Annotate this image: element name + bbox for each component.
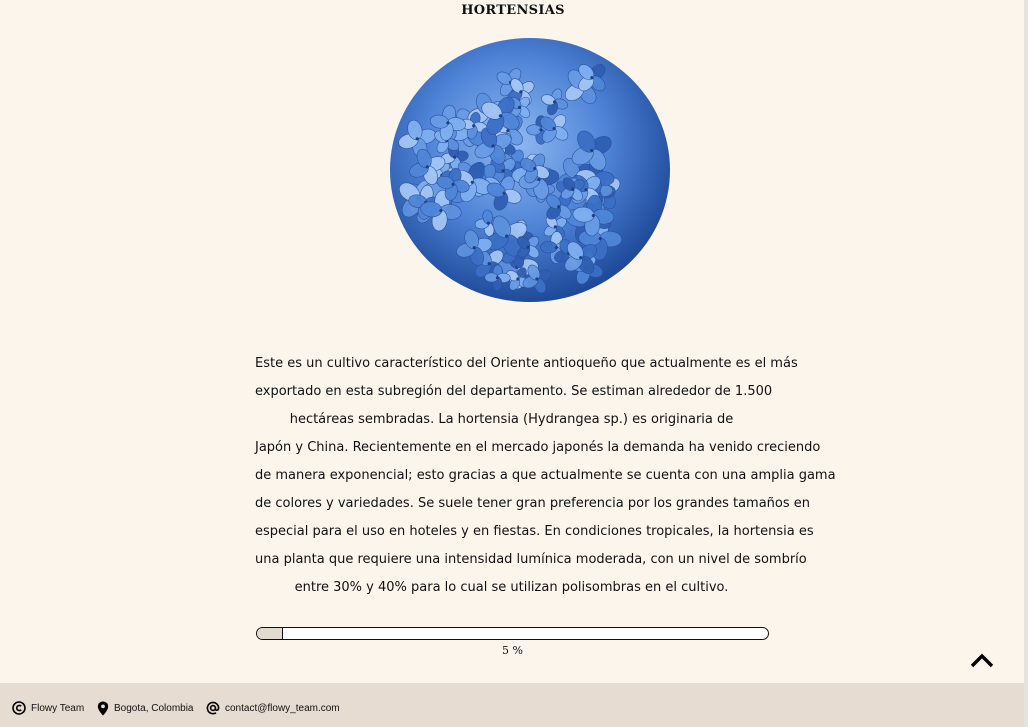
description-line: Japón y China. Recientemente en el merca… <box>255 440 821 455</box>
description-text: Este es un cultivo característico del Or… <box>255 350 836 602</box>
scrollbar-track[interactable] <box>1024 0 1028 727</box>
footer: Flowy Team Bogota, Colombia contact@flow… <box>0 683 1024 727</box>
description-line: una planta que requiere una intensidad l… <box>255 552 807 567</box>
hydrangea-svg <box>390 38 670 302</box>
progress-label: 5 % <box>502 644 523 657</box>
description-line: especial para el uso en hoteles y en fie… <box>255 524 814 539</box>
footer-contact-text[interactable]: contact@flowy_team.com <box>225 703 340 714</box>
footer-location-text: Bogota, Colombia <box>114 702 194 714</box>
footer-contact[interactable]: contact@flowy_team.com <box>206 700 340 716</box>
description-line: Este es un cultivo característico del Or… <box>255 356 798 371</box>
page-title: HORTENSIAS <box>461 3 565 18</box>
location-pin-icon <box>97 701 109 715</box>
progress-bar <box>256 627 769 640</box>
description-line: exportado en esta subregión del departam… <box>255 384 773 399</box>
progress-fill <box>257 628 283 639</box>
description-line: de manera exponencial; esto gracias a qu… <box>255 468 836 483</box>
copyright-icon <box>12 701 26 715</box>
description-line: entre 30% y 40% para lo cual se utilizan… <box>294 580 729 595</box>
scroll-to-top-button[interactable] <box>968 650 996 672</box>
description-line: hectáreas sembradas. La hortensia (Hydra… <box>289 412 734 427</box>
at-sign-icon <box>206 701 220 715</box>
hydrangea-flower-image <box>382 30 678 312</box>
description-line: de colores y variedades. Se suele tener … <box>255 496 811 511</box>
chevron-up-icon <box>970 653 994 668</box>
footer-copyright-text: Flowy Team <box>31 702 85 714</box>
footer-location: Bogota, Colombia <box>97 700 194 716</box>
footer-copyright: Flowy Team <box>12 700 84 716</box>
